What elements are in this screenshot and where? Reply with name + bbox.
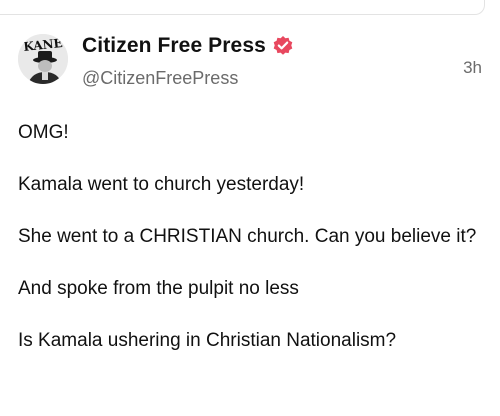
post-paragraph: Kamala went to church yesterday! [18, 174, 305, 195]
display-name[interactable]: Citizen Free Press [82, 34, 266, 58]
timestamp[interactable]: 3h [463, 58, 482, 78]
previous-post-border [0, 0, 485, 15]
verified-badge-icon [272, 35, 294, 57]
handle[interactable]: @CitizenFreePress [82, 68, 238, 89]
post[interactable]: KANE Citizen Free Press @CitizenFreePres… [18, 34, 484, 380]
post-header: KANE Citizen Free Press @CitizenFreePres… [18, 34, 484, 98]
post-paragraph: OMG! [18, 122, 69, 143]
post-body: OMG! Kamala went to church yesterday! Sh… [18, 120, 484, 354]
post-paragraph: Is Kamala ushering in Christian National… [18, 330, 397, 351]
post-paragraph: She went to a CHRISTIAN church. Can you … [18, 226, 477, 247]
post-page: KANE Citizen Free Press @CitizenFreePres… [0, 0, 500, 416]
avatar[interactable]: KANE [18, 34, 68, 84]
post-paragraph: And spoke from the pulpit no less [18, 278, 299, 299]
name-row: Citizen Free Press [82, 34, 294, 58]
